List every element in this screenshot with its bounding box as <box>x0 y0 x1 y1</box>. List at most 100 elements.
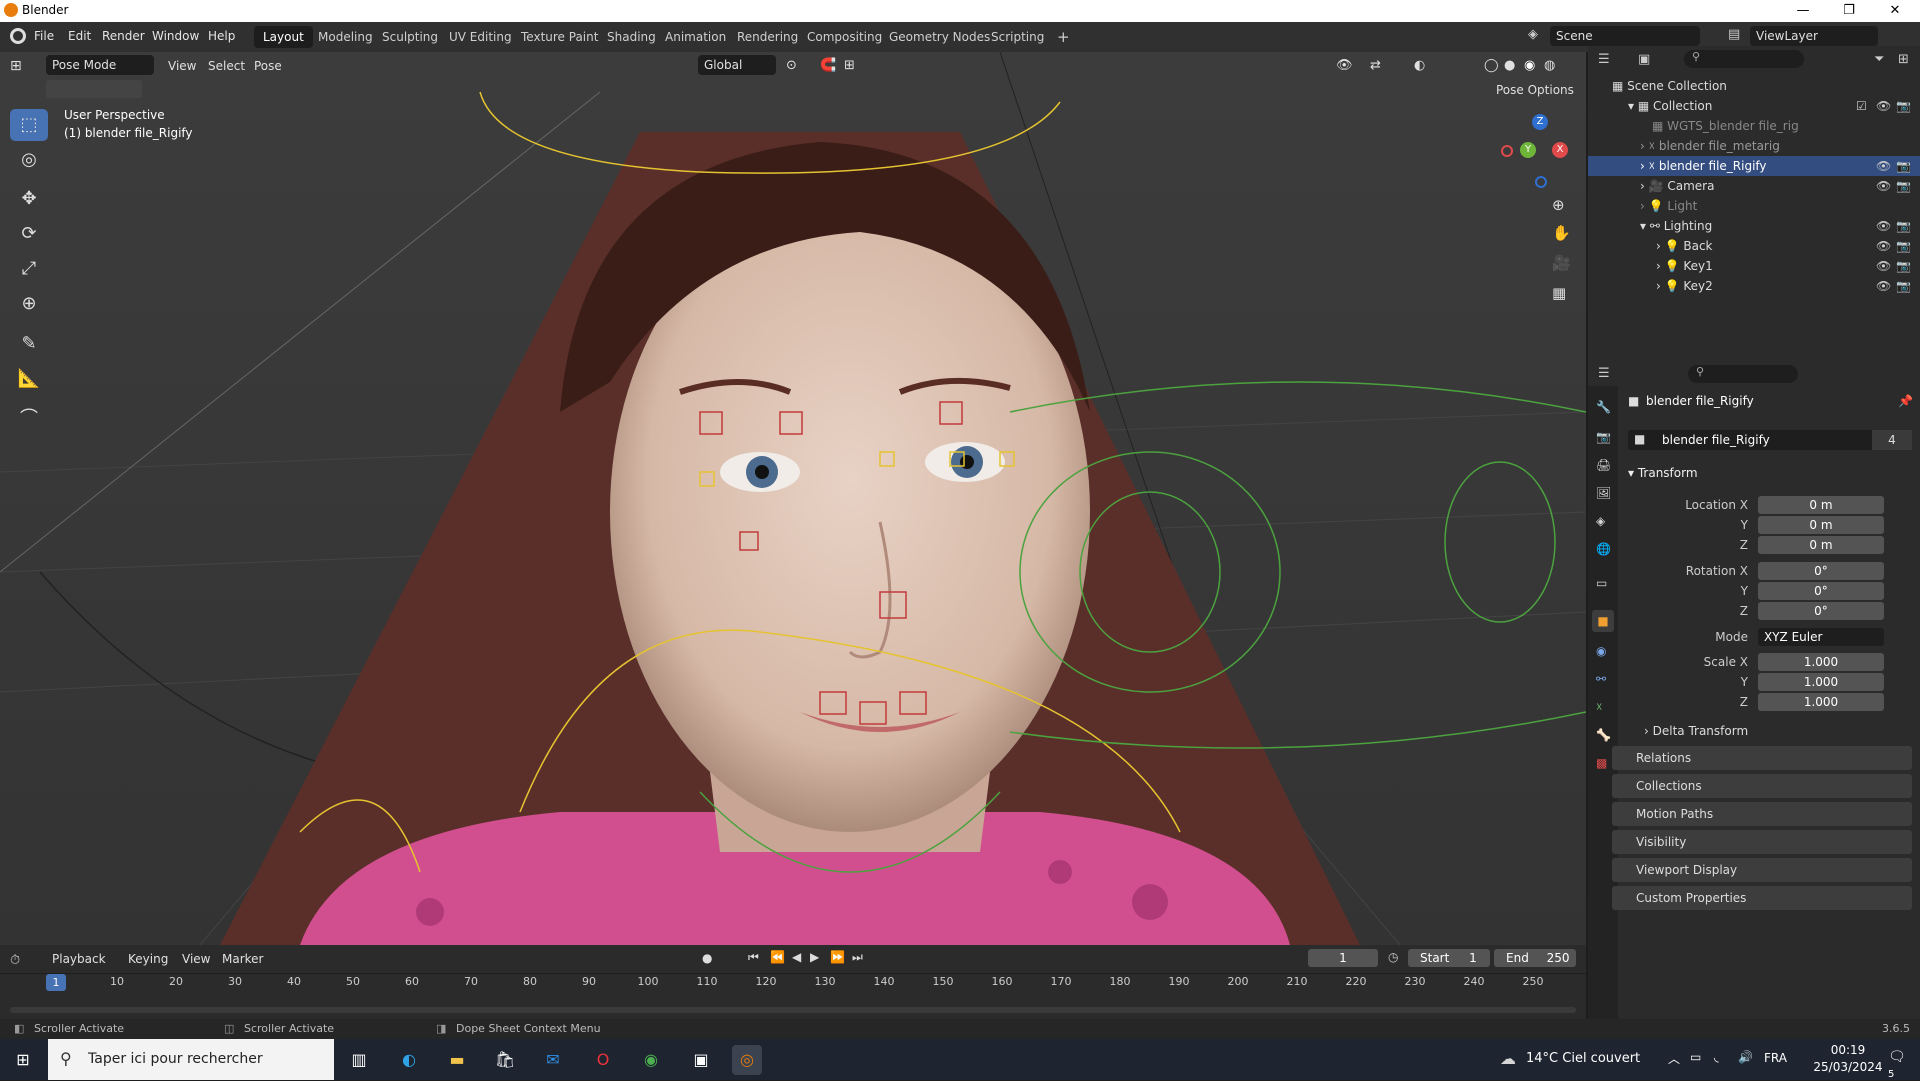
outliner-scene-collection[interactable]: ▦ Scene Collection <box>1588 76 1920 96</box>
object-tab-icon[interactable]: ■ <box>1592 610 1614 632</box>
tab-modeling[interactable]: Modeling <box>309 26 382 48</box>
tab-compositing[interactable]: Compositing <box>798 26 891 48</box>
pose-options-dropdown[interactable]: Pose Options <box>1496 80 1574 100</box>
properties-search-input[interactable] <box>1688 365 1798 383</box>
gizmo-z-icon[interactable]: Z <box>1532 114 1548 130</box>
start-frame-field[interactable]: Start 1 <box>1408 949 1490 967</box>
render-tab-icon[interactable]: 📷 <box>1596 430 1611 444</box>
store-icon[interactable]: 🛍 <box>490 1045 520 1075</box>
overlay-toggle-icon[interactable]: ◐ <box>1414 56 1425 76</box>
collection-tab-icon[interactable]: ▭ <box>1596 576 1607 590</box>
outliner-editor-icon[interactable]: ☰ <box>1598 52 1610 67</box>
scene-tab-icon[interactable]: ◈ <box>1596 514 1605 528</box>
menu-playback[interactable]: Playback <box>52 949 106 969</box>
clock-time[interactable]: 00:19 <box>1818 1043 1878 1057</box>
blender-taskbar-icon[interactable]: ◎ <box>732 1045 762 1075</box>
windows-start-icon[interactable]: ⊞ <box>8 1045 38 1075</box>
material-shading-icon[interactable]: ◉ <box>1524 56 1535 76</box>
eye-icon[interactable]: 👁 <box>1876 256 1891 276</box>
camera-render-icon[interactable]: 📷 <box>1896 176 1911 196</box>
weather-icon[interactable]: ☁ <box>1500 1049 1516 1068</box>
rotation-z-field[interactable]: 0° <box>1758 602 1884 620</box>
collections-panel[interactable]: Collections <box>1612 774 1912 798</box>
tray-chevron-icon[interactable]: ︿ <box>1668 1050 1680 1067</box>
object-datablock-field[interactable]: ■ blender file_Rigify 4 <box>1628 430 1912 450</box>
tab-texture-paint[interactable]: Texture Paint <box>512 26 607 48</box>
gizmo-y-icon[interactable]: Y <box>1520 142 1536 158</box>
rotation-mode-dropdown[interactable]: XYZ Euler <box>1758 628 1884 646</box>
outliner-row-wgts[interactable]: ▦ WGTS_blender file_rig <box>1588 116 1920 136</box>
rotation-x-field[interactable]: 0° <box>1758 562 1884 580</box>
tab-sculpting[interactable]: Sculpting <box>373 26 447 48</box>
camera-render-icon[interactable]: 📷 <box>1896 236 1911 256</box>
minimize-icon[interactable]: — <box>1780 0 1826 22</box>
eye-icon[interactable]: 👁 <box>1876 216 1891 236</box>
selection-mode-buttons[interactable] <box>46 80 142 98</box>
add-workspace-icon[interactable]: + <box>1048 26 1079 48</box>
eye-icon[interactable]: 👁 <box>1876 96 1891 116</box>
edge-icon[interactable]: ◐ <box>394 1045 424 1075</box>
rendered-shading-icon[interactable]: ◍ <box>1544 56 1555 76</box>
chrome-icon[interactable]: ◉ <box>636 1045 666 1075</box>
blender-menu-icon[interactable] <box>10 28 26 44</box>
view-layer-field[interactable]: ViewLayer <box>1750 26 1878 46</box>
location-y-field[interactable]: 0 m <box>1758 516 1884 534</box>
outliner-row-light[interactable]: › 💡 Light <box>1588 196 1920 216</box>
outliner-row-camera[interactable]: › 🎥 Camera 👁 📷 <box>1588 176 1920 196</box>
delta-transform-panel[interactable]: › Delta Transform <box>1644 724 1748 738</box>
gizmo-toggle-icon[interactable]: ⇄ <box>1370 56 1381 76</box>
outliner-row-back[interactable]: › 💡 Back 👁 📷 <box>1588 236 1920 256</box>
pivot-icon[interactable]: ⊙ <box>786 56 797 76</box>
viewport-display-panel[interactable]: Viewport Display <box>1612 858 1912 882</box>
menu-window[interactable]: Window <box>152 29 199 43</box>
scale-y-field[interactable]: 1.000 <box>1758 673 1884 691</box>
menu-marker[interactable]: Marker <box>222 949 263 969</box>
location-x-field[interactable]: 0 m <box>1758 496 1884 514</box>
armature-data-tab-icon[interactable]: ☓ <box>1596 700 1602 714</box>
annotate-tool[interactable]: ✎ <box>10 328 48 360</box>
tab-animation[interactable]: Animation <box>656 26 735 48</box>
outliner-row-key2[interactable]: › 💡 Key2 👁 📷 <box>1588 276 1920 296</box>
properties-editor-icon[interactable]: ☰ <box>1598 366 1610 381</box>
record-icon[interactable]: ● <box>702 951 712 965</box>
file-explorer-icon[interactable]: ▬ <box>442 1045 472 1075</box>
view-layer-icon[interactable]: ▤ <box>1728 27 1746 45</box>
eye-icon[interactable]: 👁 <box>1876 236 1891 256</box>
scale-tool[interactable]: ⤢ <box>10 253 48 285</box>
playhead-marker[interactable]: 1 <box>46 974 66 991</box>
mail-icon[interactable]: ✉ <box>538 1045 568 1075</box>
camera-render-icon[interactable]: 📷 <box>1896 276 1911 296</box>
menu-edit[interactable]: Edit <box>68 29 91 43</box>
play-icon[interactable]: ▶ <box>810 950 819 964</box>
outliner-row-collection[interactable]: ▾ ▦ Collection ☑ 👁 📷 <box>1588 96 1920 116</box>
battery-icon[interactable]: ▭ <box>1690 1050 1701 1064</box>
taskbar-search-input[interactable]: ⚲ Taper ici pour rechercher <box>48 1039 334 1080</box>
tab-rendering[interactable]: Rendering <box>728 26 807 48</box>
outliner-row-metarig[interactable]: › ☓ blender file_metarig <box>1588 136 1920 156</box>
menu-help[interactable]: Help <box>208 29 235 43</box>
tab-scripting[interactable]: Scripting <box>982 26 1053 48</box>
world-tab-icon[interactable]: 🌐 <box>1596 542 1611 556</box>
move-tool[interactable]: ✥ <box>10 183 48 215</box>
outliner-search-input[interactable] <box>1684 50 1804 68</box>
new-collection-icon[interactable]: ⊞ <box>1898 52 1909 67</box>
motion-paths-panel[interactable]: Motion Paths <box>1612 802 1912 826</box>
frame-ruler[interactable]: 1 10 20 30 40 50 60 70 80 90 100 110 120 130 140 150 160… <box>0 973 1586 993</box>
view-layer-tab-icon[interactable]: 🖼 <box>1596 486 1611 500</box>
rotation-y-field[interactable]: 0° <box>1758 582 1884 600</box>
weather-text[interactable]: 14°C Ciel couvert <box>1526 1051 1640 1066</box>
tool-tab-icon[interactable]: 🔧 <box>1596 400 1611 414</box>
tab-uv-editing[interactable]: UV Editing <box>440 26 521 48</box>
snap-target-icon[interactable]: ⊞ <box>844 56 855 76</box>
physics-tab-icon[interactable]: ◉ <box>1596 644 1606 658</box>
camera-view-icon[interactable]: 🎥 <box>1552 254 1571 272</box>
bone-tab-icon[interactable]: 🦴 <box>1596 728 1611 742</box>
cursor-tool[interactable]: ◎ <box>10 144 48 176</box>
camera-render-icon[interactable]: 📷 <box>1896 156 1911 176</box>
volume-icon[interactable]: 🔊 <box>1738 1050 1753 1064</box>
transform-panel-header[interactable]: ▾ Transform <box>1628 462 1912 484</box>
camera-render-icon[interactable]: 📷 <box>1896 256 1911 276</box>
language-indicator[interactable]: FRA <box>1764 1051 1787 1065</box>
scene-field[interactable]: Scene <box>1550 26 1700 46</box>
constraints-tab-icon[interactable]: ⚯ <box>1596 672 1606 686</box>
